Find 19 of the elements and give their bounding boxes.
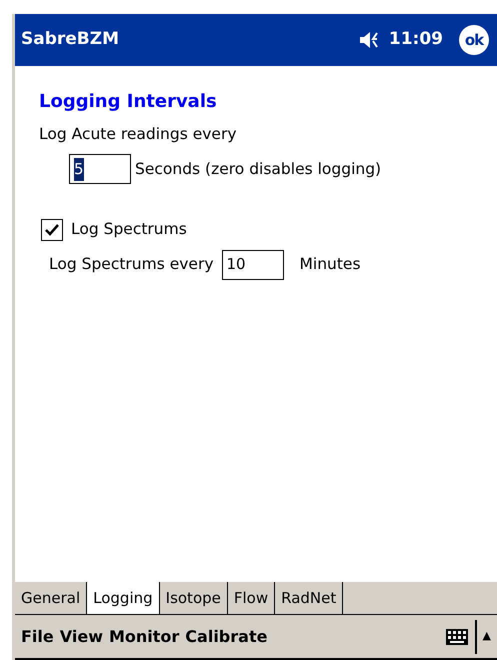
unit-label: Seconds (zero disables logging) <box>135 158 382 180</box>
menu-item[interactable]: View <box>60 624 103 648</box>
unit-label: Minutes <box>300 254 361 275</box>
menu-item[interactable]: Monitor <box>108 624 180 648</box>
check-icon <box>44 222 60 237</box>
ok-button[interactable]: ok <box>459 25 489 55</box>
clock[interactable]: 11:09 <box>388 27 443 53</box>
keyboard-icon[interactable] <box>444 628 469 646</box>
section-heading: Logging Intervals <box>39 90 218 114</box>
menu-item[interactable]: File <box>21 624 54 648</box>
field-label: Log Spectrums every <box>49 254 214 275</box>
tab[interactable]: Logging <box>87 582 160 614</box>
menu-item[interactable]: Calibrate <box>185 624 268 648</box>
input-field[interactable]: 10 <box>222 250 284 280</box>
input-field[interactable]: 5 <box>69 154 131 184</box>
checkbox[interactable] <box>41 218 63 241</box>
checkbox-label: Log Spectrums <box>71 219 187 240</box>
field-label: Log Acute readings every <box>39 124 238 145</box>
window-title: SabreBZM <box>21 28 119 52</box>
